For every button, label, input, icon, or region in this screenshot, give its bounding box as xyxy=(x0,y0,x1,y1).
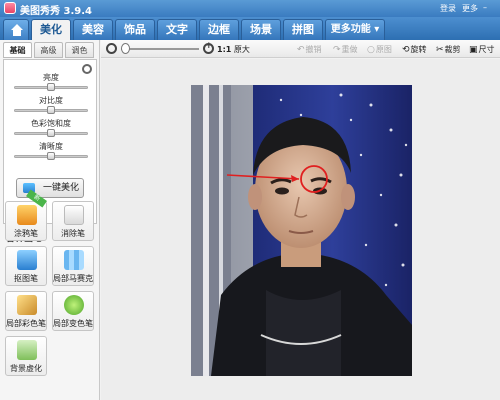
sharpness-slider[interactable] xyxy=(14,152,88,160)
sharpness-slider-thumb[interactable] xyxy=(47,152,55,160)
home-icon xyxy=(11,24,23,36)
editing-canvas[interactable] xyxy=(101,59,500,400)
tool-background-blur[interactable]: 背景虚化 xyxy=(5,336,47,376)
tool-label: 背景虚化 xyxy=(10,364,42,373)
zoom-slider[interactable] xyxy=(121,48,199,50)
original-size-ratio: 1:1 xyxy=(217,45,232,54)
tool-recolor-pen[interactable]: 局部变色笔 xyxy=(52,291,94,331)
resize-icon: ▣ xyxy=(469,45,478,55)
tab-more-features[interactable]: 更多功能 ▾ xyxy=(325,19,385,40)
tool-label: 抠图笔 xyxy=(14,274,38,283)
crop-label: 裁剪 xyxy=(444,45,461,54)
redo-label: 重做 xyxy=(341,45,358,54)
tool-cutout-pen[interactable]: 抠图笔 xyxy=(5,246,47,286)
sharpness-label: 清晰度 xyxy=(39,142,63,151)
eraser-icon xyxy=(64,205,84,225)
tool-mosaic[interactable]: 局部马赛克 xyxy=(52,246,94,286)
blur-icon xyxy=(17,340,37,360)
tool-label: 局部马赛克 xyxy=(53,274,93,283)
subtab-advanced[interactable]: 高级 xyxy=(34,42,63,58)
app-title: 美图秀秀 3.9.4 xyxy=(20,6,92,17)
undo-button[interactable]: ↶撤销 xyxy=(297,44,322,55)
title-bar: 美图秀秀 3.9.4 登录 更多 – xyxy=(0,0,500,17)
color-brush-icon xyxy=(17,295,37,315)
top-toolbar: 1:1 原大 ↶撤销 ↷重做 ○原图 ⟲旋转 ✂裁剪 ▣尺寸 xyxy=(101,40,500,58)
contrast-label: 对比度 xyxy=(39,96,63,105)
recolor-pen-icon xyxy=(64,295,84,315)
rotate-label: 旋转 xyxy=(410,45,427,54)
zoom-slider-thumb[interactable] xyxy=(120,43,130,54)
tool-label: 局部变色笔 xyxy=(53,319,93,328)
redo-icon: ↷ xyxy=(333,45,341,55)
scissors-icon: ✂ xyxy=(436,45,444,55)
login-link[interactable]: 登录 xyxy=(440,3,456,14)
tab-collage[interactable]: 拼图 xyxy=(283,19,323,40)
undo-label: 撤销 xyxy=(305,45,322,54)
contrast-slider-thumb[interactable] xyxy=(47,106,55,114)
tab-beautify[interactable]: 美化 xyxy=(31,19,71,40)
tool-label: 消除笔 xyxy=(61,229,85,238)
one-key-beautify-label: 一键美化 xyxy=(43,183,80,193)
photo[interactable] xyxy=(191,85,412,376)
rotate-button[interactable]: ⟲旋转 xyxy=(402,44,427,55)
saturation-slider-thumb[interactable] xyxy=(47,129,55,137)
resize-button[interactable]: ▣尺寸 xyxy=(469,44,495,55)
compare-label: 原图 xyxy=(375,45,392,54)
home-tab[interactable] xyxy=(3,19,29,40)
tab-accessories[interactable]: 饰品 xyxy=(115,19,155,40)
compare-icon: ○ xyxy=(367,45,375,55)
saturation-slider[interactable] xyxy=(14,129,88,137)
tool-eraser-pen[interactable]: 消除笔 xyxy=(52,201,94,241)
resize-label: 尺寸 xyxy=(478,45,495,54)
crop-button[interactable]: ✂裁剪 xyxy=(436,44,461,55)
tool-color-brush[interactable]: 局部彩色笔 xyxy=(5,291,47,331)
tool-graffiti-pen[interactable]: 新 涂鸦笔 xyxy=(5,189,47,241)
tab-frames[interactable]: 边框 xyxy=(199,19,239,40)
cutout-pen-icon xyxy=(17,250,37,270)
original-size-button[interactable]: 1:1 原大 xyxy=(217,44,250,55)
minimize-icon[interactable]: – xyxy=(480,3,490,13)
portrait-photo xyxy=(191,85,412,376)
zoom-out-icon[interactable] xyxy=(106,43,117,54)
brightness-slider[interactable] xyxy=(14,83,88,91)
tab-text[interactable]: 文字 xyxy=(157,19,197,40)
subtab-color[interactable]: 调色 xyxy=(65,42,94,58)
app-logo-icon xyxy=(4,2,16,14)
tab-scenes[interactable]: 场景 xyxy=(241,19,281,40)
rotate-icon: ⟲ xyxy=(402,45,410,55)
tool-label: 涂鸦笔 xyxy=(14,229,38,238)
brightness-slider-thumb[interactable] xyxy=(47,83,55,91)
main-menu-bar: 美化 美容 饰品 文字 边框 场景 拼图 更多功能 ▾ xyxy=(0,17,500,40)
compare-original-button[interactable]: ○原图 xyxy=(367,44,392,55)
saturation-label: 色彩饱和度 xyxy=(31,119,71,128)
brightness-label: 亮度 xyxy=(43,73,59,82)
tool-label: 局部彩色笔 xyxy=(6,319,46,328)
graffiti-pen-icon xyxy=(17,205,37,225)
contrast-slider[interactable] xyxy=(14,106,88,114)
tab-face[interactable]: 美容 xyxy=(73,19,113,40)
sub-tabs: 基础 高级 调色 xyxy=(3,42,97,59)
mosaic-icon xyxy=(64,250,84,270)
zoom-in-icon[interactable] xyxy=(203,41,214,54)
more-link[interactable]: 更多 xyxy=(462,3,478,14)
redo-button[interactable]: ↷重做 xyxy=(333,44,358,55)
undo-icon: ↶ xyxy=(297,45,305,55)
subtab-basic[interactable]: 基础 xyxy=(3,42,32,58)
left-panel: 基础 高级 调色 亮度 对比度 色彩饱和度 清晰度 一键美化 各种画笔 新 涂鸦… xyxy=(0,40,100,400)
original-size-label: 原大 xyxy=(233,45,250,54)
adjust-panel: 亮度 对比度 色彩饱和度 清晰度 一键美化 xyxy=(3,59,97,224)
